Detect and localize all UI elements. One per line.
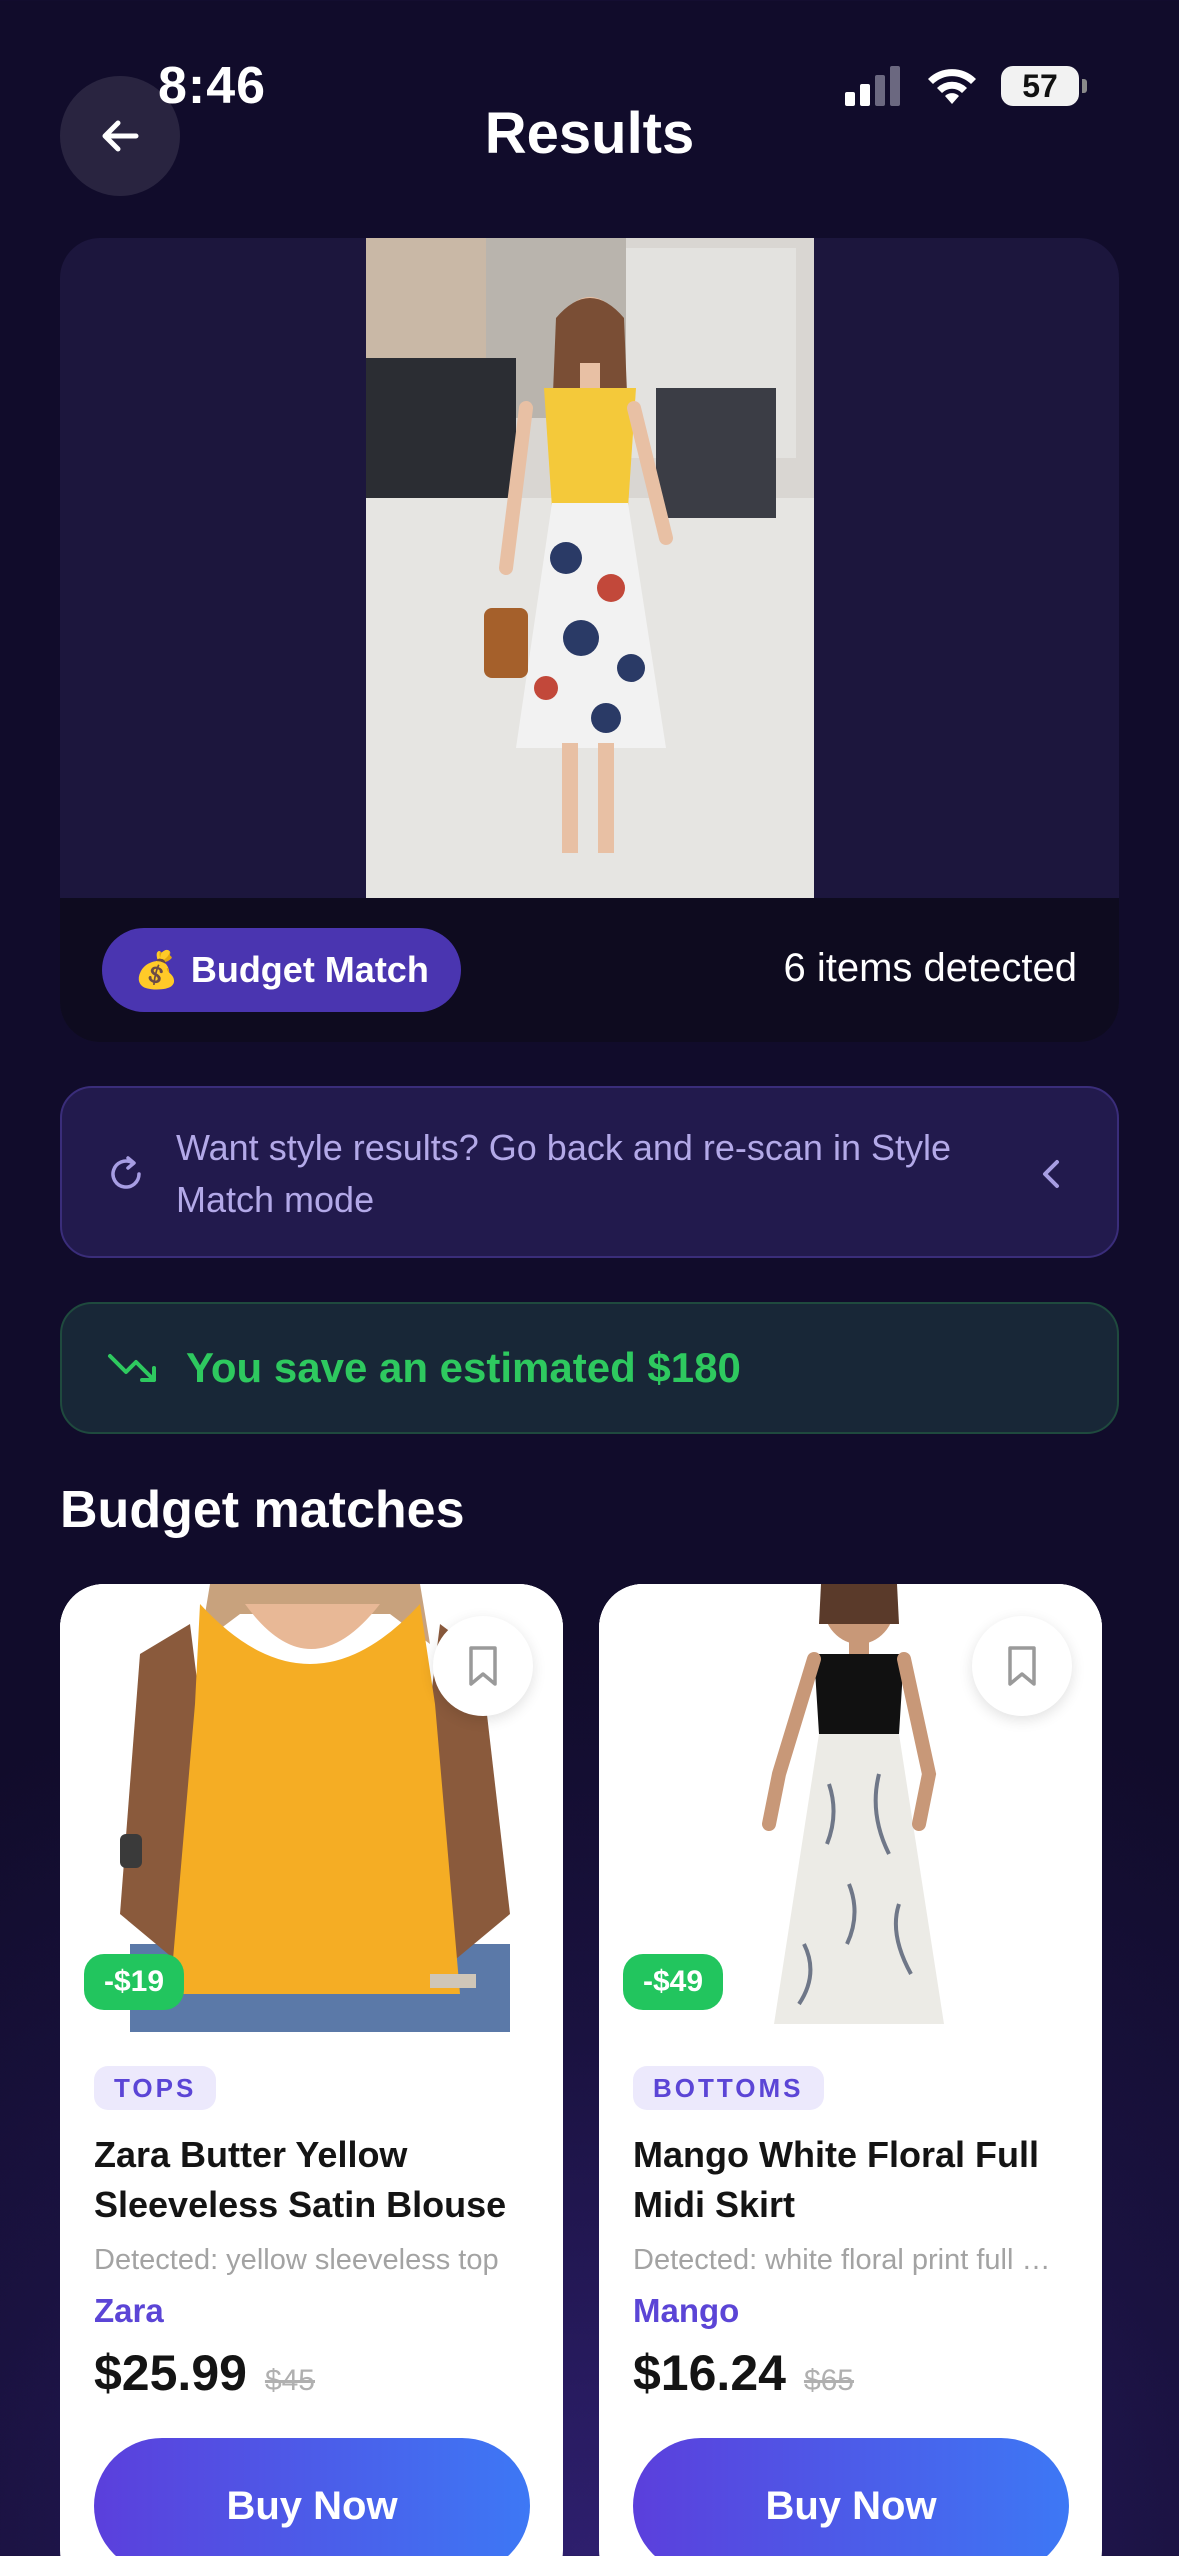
product-image: -$19 — [60, 1584, 563, 2032]
style-match-banner[interactable]: Want style results? Go back and re-scan … — [60, 1086, 1119, 1258]
buy-now-button[interactable]: Buy Now — [94, 2438, 530, 2556]
category-tag: BOTTOMS — [633, 2066, 824, 2110]
product-image: -$49 — [599, 1584, 1102, 2032]
page-title: Results — [484, 101, 695, 166]
bookmark-icon — [469, 1646, 497, 1686]
items-detected-count: 6 items detected — [783, 946, 1078, 990]
discount-badge: -$49 — [623, 1954, 724, 2010]
detected-description: Detected: white floral print full midi s… — [633, 2244, 1073, 2276]
mode-badge: 💰 Budget Match — [102, 928, 461, 1012]
trend-down-icon — [108, 1354, 156, 1382]
product-name: Mango White Floral Full Midi Skirt — [633, 2134, 1039, 2225]
original-price: $65 — [803, 2364, 854, 2397]
refresh-icon — [111, 1156, 141, 1189]
current-price: $16.24 — [633, 2345, 786, 2401]
brand-link[interactable]: Zara — [94, 2292, 164, 2330]
savings-text: You save an estimated $180 — [186, 1344, 741, 1391]
chevron-left-icon — [1043, 1160, 1059, 1188]
brand-link[interactable]: Mango — [633, 2292, 739, 2330]
scanned-photo — [366, 238, 814, 898]
battery-level: 57 — [1022, 68, 1058, 104]
bookmark-button[interactable] — [433, 1616, 533, 1716]
style-match-banner-text: Want style results? Go back and re-scan … — [176, 1127, 952, 1220]
mode-label: Budget Match — [190, 949, 429, 990]
price-row: $16.24 $65 — [633, 2344, 854, 2402]
battery-tip — [1082, 79, 1087, 93]
scan-footer: 💰 Budget Match 6 items detected — [60, 898, 1119, 1042]
product-name: Zara Butter Yellow Sleeveless Satin Blou… — [94, 2134, 507, 2225]
bookmark-button[interactable] — [972, 1616, 1072, 1716]
category-tag: TOPS — [94, 2066, 217, 2110]
section-title: Budget matches — [60, 1481, 465, 1539]
discount-badge: -$19 — [84, 1954, 185, 2010]
original-price: $45 — [264, 2364, 315, 2397]
buy-now-button[interactable]: Buy Now — [633, 2438, 1069, 2556]
bookmark-icon — [1008, 1646, 1036, 1686]
price-row: $25.99 $45 — [94, 2344, 315, 2402]
product-card[interactable]: -$49 BOTTOMS Mango White Floral Full Mid… — [599, 1584, 1102, 2556]
detected-description: Detected: yellow sleeveless top — [94, 2244, 499, 2276]
savings-banner: You save an estimated $180 — [60, 1302, 1119, 1434]
product-card[interactable]: -$19 TOPS Zara Butter Yellow Sleeveless … — [60, 1584, 563, 2556]
current-price: $25.99 — [94, 2345, 247, 2401]
scanned-photo-illustration — [366, 238, 814, 898]
scan-card: 💰 Budget Match 6 items detected — [60, 238, 1119, 1042]
money-bag-icon: 💰 — [134, 949, 179, 990]
